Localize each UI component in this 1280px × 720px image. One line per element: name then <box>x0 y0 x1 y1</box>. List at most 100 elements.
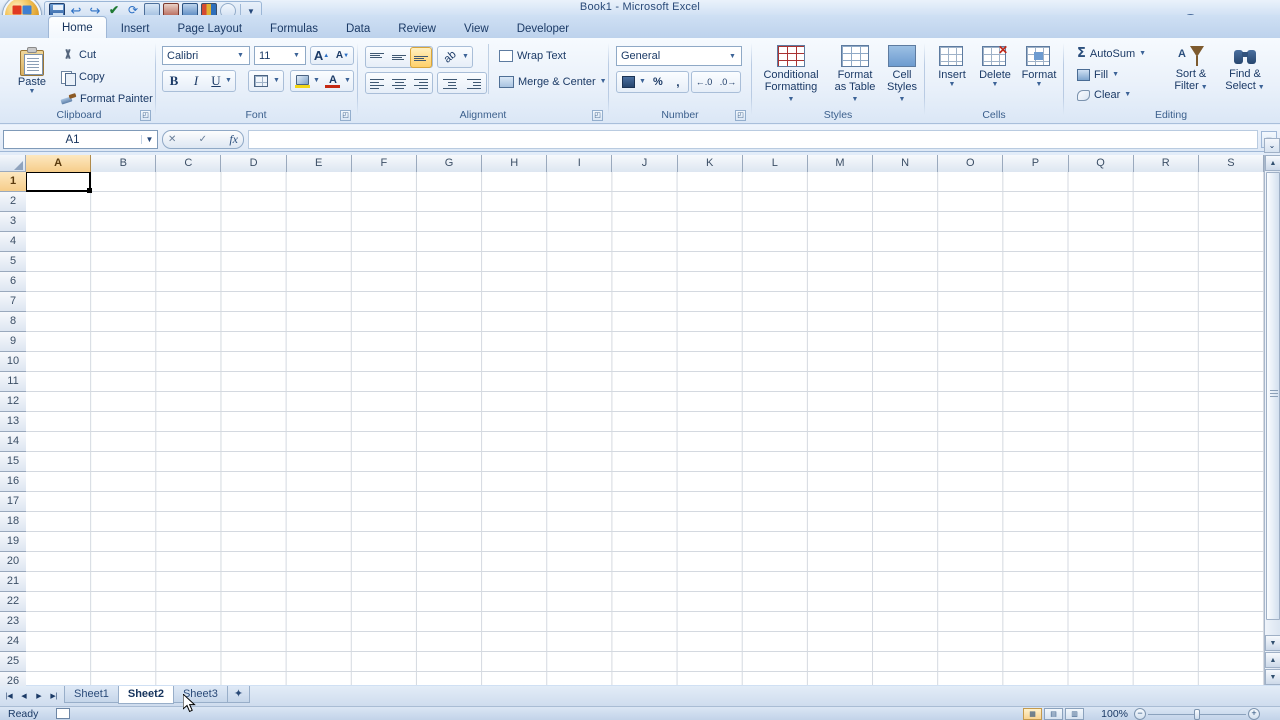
row-header-4[interactable]: 4 <box>0 232 26 252</box>
cell-styles-button[interactable]: Cell Styles ▼ <box>882 42 922 108</box>
row-header-25[interactable]: 25 <box>0 652 26 672</box>
format-as-table-button[interactable]: Format as Table ▼ <box>828 42 882 108</box>
accounting-dropdown-icon[interactable]: ▼ <box>639 78 648 85</box>
wrap-text-button[interactable]: Wrap Text <box>494 48 571 64</box>
number-format-select[interactable]: General ▼ <box>616 46 742 66</box>
borders-button[interactable] <box>249 71 273 92</box>
sheet-tab-sheet3[interactable]: Sheet3 <box>172 686 228 703</box>
fill-color-button[interactable] <box>291 71 313 92</box>
insert-worksheet-icon[interactable]: ✦ <box>226 686 251 703</box>
zoom-in-icon[interactable]: + <box>1248 707 1260 720</box>
paste-dropdown-icon[interactable]: ▼ <box>29 88 36 95</box>
cell-grid[interactable] <box>26 172 1264 685</box>
column-header-s[interactable]: S <box>1198 155 1264 172</box>
row-header-13[interactable]: 13 <box>0 412 26 432</box>
column-header-r[interactable]: R <box>1133 155 1199 172</box>
delete-cells-dropdown-icon[interactable]: ▼ <box>992 81 999 88</box>
row-header-11[interactable]: 11 <box>0 372 26 392</box>
fill-dropdown-icon[interactable]: ▼ <box>1112 71 1119 78</box>
find-select-button[interactable]: Find & Select ▼ <box>1218 42 1272 95</box>
font-color-dropdown-icon[interactable]: ▼ <box>344 77 353 84</box>
page-layout-view-button[interactable]: ▤ <box>1044 707 1063 720</box>
record-macro-icon[interactable] <box>56 708 70 719</box>
bottom-align-button[interactable] <box>410 46 432 68</box>
previous-page-button[interactable]: ▲ <box>1265 652 1280 668</box>
row-header-2[interactable]: 2 <box>0 192 26 212</box>
column-header-q[interactable]: Q <box>1068 155 1134 172</box>
clipboard-dialog-launcher[interactable]: ◰ <box>140 110 151 121</box>
delete-cells-button[interactable]: ✕ Delete ▼ <box>973 42 1017 91</box>
column-header-o[interactable]: O <box>938 155 1004 172</box>
column-header-n[interactable]: N <box>873 155 939 172</box>
underline-button[interactable]: U <box>207 71 225 92</box>
percent-style-button[interactable]: % <box>648 72 668 93</box>
format-cells-dropdown-icon[interactable]: ▼ <box>1036 81 1043 88</box>
insert-cells-dropdown-icon[interactable]: ▼ <box>949 81 956 88</box>
tab-developer[interactable]: Developer <box>503 18 583 39</box>
previous-sheet-icon[interactable]: ◀ <box>17 688 31 703</box>
row-header-5[interactable]: 5 <box>0 252 26 272</box>
row-header-18[interactable]: 18 <box>0 512 26 532</box>
merge-center-button[interactable]: Merge & Center ▼ <box>494 74 612 90</box>
number-dialog-launcher[interactable]: ◰ <box>735 110 746 121</box>
column-header-p[interactable]: P <box>1003 155 1069 172</box>
borders-dropdown-icon[interactable]: ▼ <box>273 77 283 84</box>
align-left-button[interactable] <box>366 73 388 94</box>
row-header-16[interactable]: 16 <box>0 472 26 492</box>
decrease-indent-button[interactable] <box>438 73 462 94</box>
orientation-dropdown-icon[interactable]: ▼ <box>462 53 472 60</box>
comma-style-button[interactable]: , <box>668 72 688 93</box>
tab-data[interactable]: Data <box>332 18 384 39</box>
column-header-i[interactable]: I <box>547 155 613 172</box>
format-as-table-dropdown-icon[interactable]: ▼ <box>852 96 859 103</box>
copy-button[interactable]: Copy <box>56 68 158 86</box>
zoom-thumb[interactable] <box>1194 708 1200 720</box>
chevron-down-icon[interactable]: ▼ <box>141 135 157 144</box>
sort-filter-button[interactable]: A Sort & Filter ▼ <box>1166 42 1216 95</box>
row-header-15[interactable]: 15 <box>0 452 26 472</box>
last-sheet-icon[interactable]: ▶| <box>47 688 61 703</box>
row-header-21[interactable]: 21 <box>0 572 26 592</box>
font-size-dropdown-icon[interactable]: ▼ <box>290 52 303 59</box>
italic-button[interactable]: I <box>185 71 207 92</box>
accounting-format-button[interactable] <box>617 72 639 93</box>
increase-indent-button[interactable] <box>462 73 486 94</box>
row-header-8[interactable]: 8 <box>0 312 26 332</box>
autosum-button[interactable]: Σ AutoSum ▼ <box>1072 44 1151 63</box>
cut-button[interactable]: Cut <box>56 46 158 64</box>
column-header-h[interactable]: H <box>482 155 548 172</box>
shrink-font-button[interactable]: A ▼ <box>332 47 353 64</box>
name-box[interactable]: A1 ▼ <box>3 130 158 149</box>
row-header-19[interactable]: 19 <box>0 532 26 552</box>
conditional-formatting-button[interactable]: Conditional Formatting ▼ <box>756 42 826 108</box>
tab-review[interactable]: Review <box>384 18 450 39</box>
tab-insert[interactable]: Insert <box>107 18 164 39</box>
tab-page-layout[interactable]: Page Layout <box>163 18 256 39</box>
column-header-m[interactable]: M <box>807 155 874 172</box>
row-header-3[interactable]: 3 <box>0 212 26 232</box>
tab-home[interactable]: Home <box>48 16 107 39</box>
column-header-d[interactable]: D <box>221 155 287 172</box>
column-header-k[interactable]: K <box>677 155 743 172</box>
tab-formulas[interactable]: Formulas <box>256 18 332 39</box>
row-header-7[interactable]: 7 <box>0 292 26 312</box>
tab-view[interactable]: View <box>450 18 503 39</box>
clear-button[interactable]: Clear ▼ <box>1072 87 1151 103</box>
page-break-view-button[interactable]: ▥ <box>1065 707 1084 720</box>
zoom-out-icon[interactable]: − <box>1134 707 1146 720</box>
fill-button[interactable]: Fill ▼ <box>1072 67 1151 83</box>
sheet-tab-sheet1[interactable]: Sheet1 <box>64 686 119 703</box>
underline-dropdown-icon[interactable]: ▼ <box>225 77 235 84</box>
vertical-scrollbar[interactable]: ▲ ▼ ▲ ▼ <box>1264 155 1280 685</box>
top-align-button[interactable] <box>366 47 388 68</box>
conditional-formatting-dropdown-icon[interactable]: ▼ <box>788 96 795 103</box>
align-center-button[interactable] <box>388 73 410 94</box>
increase-decimal-button[interactable]: ←.0 <box>692 72 716 93</box>
cell-styles-dropdown-icon[interactable]: ▼ <box>899 96 906 103</box>
select-all-corner-icon[interactable] <box>0 155 26 172</box>
font-color-button[interactable]: A <box>322 71 344 92</box>
row-header-10[interactable]: 10 <box>0 352 26 372</box>
row-header-9[interactable]: 9 <box>0 332 26 352</box>
vertical-scroll-thumb[interactable] <box>1266 172 1280 620</box>
normal-view-button[interactable]: ▦ <box>1023 707 1042 720</box>
